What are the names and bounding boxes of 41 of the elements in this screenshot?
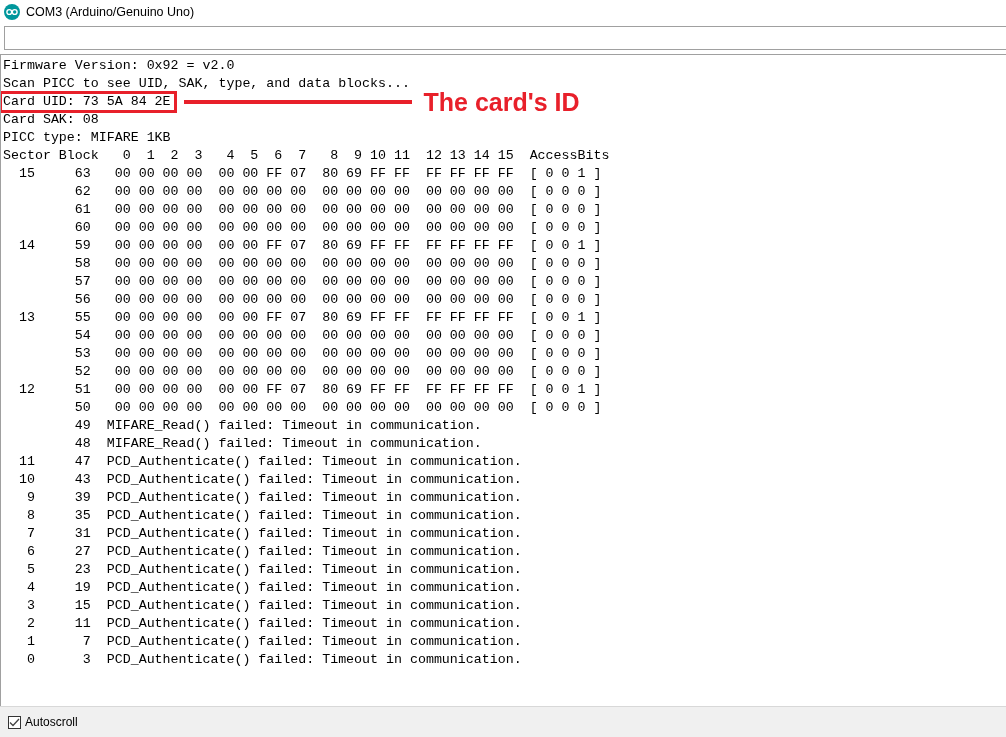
output-line: 62 00 00 00 00 00 00 00 00 00 00 00 00 00 00 00 00 [ 0 0 0 ] <box>73 183 603 201</box>
output-line: 53 00 00 00 00 00 00 00 00 00 00 00 00 00 00 00 00 [ 0 0 0 ] <box>73 345 603 363</box>
send-field[interactable] <box>4 26 1006 50</box>
check-icon <box>9 717 20 727</box>
output-line: 50 00 00 00 00 00 00 00 00 00 00 00 00 00 00 00 00 [ 0 0 0 ] <box>73 399 603 417</box>
output-line: 52 00 00 00 00 00 00 00 00 00 00 00 00 00 00 00 00 [ 0 0 0 ] <box>73 363 603 381</box>
output-line: 14 59 00 00 00 00 00 00 FF 07 80 69 FF FF FF FF FF FF [ 0 0 1 ] <box>17 237 603 255</box>
window-title: COM3 (Arduino/Genuino Uno) <box>26 5 195 19</box>
output-line: 56 00 00 00 00 00 00 00 00 00 00 00 00 00 00 00 00 [ 0 0 0 ] <box>73 291 603 309</box>
output-line: 1 7 PCD_Authenticate() failed: Timeout in communication. <box>25 633 523 651</box>
output-line: 57 00 00 00 00 00 00 00 00 00 00 00 00 00 00 00 00 [ 0 0 0 ] <box>73 273 603 291</box>
output-line: 15 63 00 00 00 00 00 00 FF 07 80 69 FF FF FF FF FF FF [ 0 0 1 ] <box>17 165 603 183</box>
output-line: 54 00 00 00 00 00 00 00 00 00 00 00 00 00 00 00 00 [ 0 0 0 ] <box>73 327 603 345</box>
autoscroll-checkbox[interactable] <box>8 715 21 729</box>
output-line: 8 35 PCD_Authenticate() failed: Timeout in communication. <box>25 507 523 525</box>
output-line: 3 15 PCD_Authenticate() failed: Timeout in communication. <box>25 597 523 615</box>
output-line: Sector Block 0 1 2 3 4 5 6 7 8 9 10 11 12 13 14 15 AccessBits <box>3 147 611 165</box>
autoscroll-label: Autoscroll <box>25 715 78 729</box>
output-line: 7 31 PCD_Authenticate() failed: Timeout in communication. <box>25 525 523 543</box>
output-line: 61 00 00 00 00 00 00 00 00 00 00 00 00 00 00 00 00 [ 0 0 0 ] <box>73 201 603 219</box>
output-line: Card SAK: 08 <box>3 111 100 129</box>
app-logo-icon <box>4 4 20 20</box>
output-line: 49 MIFARE_Read() failed: Timeout in communication. <box>73 417 483 435</box>
output-line: 9 39 PCD_Authenticate() failed: Timeout in communication. <box>25 489 523 507</box>
output-line: 11 47 PCD_Authenticate() failed: Timeout in communication. <box>17 453 523 471</box>
output-line: Firmware Version: 0x92 = v2.0 <box>3 57 236 75</box>
output-line: Scan PICC to see UID, SAK, type, and data blocks... <box>3 75 411 93</box>
output-line: 48 MIFARE_Read() failed: Timeout in communication. <box>73 435 483 453</box>
output-line: 5 23 PCD_Authenticate() failed: Timeout in communication. <box>25 561 523 579</box>
output-line: 58 00 00 00 00 00 00 00 00 00 00 00 00 00 00 00 00 [ 0 0 0 ] <box>73 255 603 273</box>
output-line: 6 27 PCD_Authenticate() failed: Timeout in communication. <box>25 543 523 561</box>
output-line: 10 43 PCD_Authenticate() failed: Timeout in communication. <box>17 471 523 489</box>
output-line: 60 00 00 00 00 00 00 00 00 00 00 00 00 00 00 00 00 [ 0 0 0 ] <box>73 219 603 237</box>
output-line: Card UID: 73 5A 84 2E <box>2 94 174 110</box>
output-line: 4 19 PCD_Authenticate() failed: Timeout in communication. <box>25 579 523 597</box>
output-line: 2 11 PCD_Authenticate() failed: Timeout in communication. <box>25 615 523 633</box>
output-line: 13 55 00 00 00 00 00 00 FF 07 80 69 FF FF FF FF FF FF [ 0 0 1 ] <box>17 309 603 327</box>
output-line: 0 3 PCD_Authenticate() failed: Timeout in communication. <box>25 651 523 669</box>
output-line: 12 51 00 00 00 00 00 00 FF 07 80 69 FF FF FF FF FF FF [ 0 0 1 ] <box>17 381 603 399</box>
annotation-label: The card's ID <box>423 93 580 111</box>
output-line: PICC type: MIFARE 1KB <box>3 129 172 147</box>
